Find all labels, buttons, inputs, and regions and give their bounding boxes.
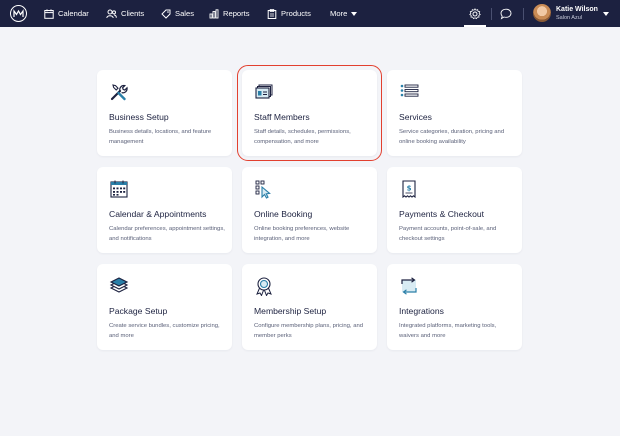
chevron-down-icon	[351, 11, 358, 16]
nav-products-label: Products	[281, 9, 311, 18]
card-title: Payments & Checkout	[399, 209, 485, 219]
card-membership-setup[interactable]: Membership Setup Configure membership pl…	[242, 264, 377, 350]
nav-more-label: More	[330, 9, 348, 18]
clipboard-icon	[267, 8, 277, 19]
card-title: Membership Setup	[254, 306, 327, 316]
active-indicator	[464, 25, 486, 27]
nav-reports[interactable]: Reports	[209, 0, 250, 27]
settings-button[interactable]	[464, 0, 486, 27]
nav-sales-label: Sales	[175, 9, 194, 18]
svg-text:$: $	[407, 185, 412, 193]
badge-icon	[256, 277, 272, 296]
nav-clients-label: Clients	[121, 9, 145, 18]
user-avatar[interactable]	[533, 4, 551, 22]
card-description: Staff details, schedules, permissions, c…	[254, 129, 351, 145]
pointer-icon	[255, 180, 271, 199]
card-description: Calendar preferences, appointment settin…	[109, 226, 225, 242]
card-title: Calendar & Appointments	[109, 209, 207, 219]
card-services[interactable]: Services Service categories, duration, p…	[387, 70, 522, 156]
calendar-icon	[44, 8, 54, 19]
card-description: Configure membership plans, pricing, and…	[254, 323, 364, 339]
card-calendar-appointments[interactable]: Calendar & Appointments Calendar prefere…	[97, 167, 232, 253]
card-description: Service categories, duration, pricing an…	[399, 129, 505, 145]
card-online-booking[interactable]: Online Booking Online booking preference…	[242, 167, 377, 253]
card-business-setup[interactable]: Business Setup Business details, locatio…	[97, 70, 232, 156]
card-title: Staff Members	[254, 112, 310, 122]
card-description: Business details, locations, and feature…	[109, 129, 212, 145]
card-title: Business Setup	[109, 112, 169, 122]
card-payments-checkout[interactable]: $ Payments & Checkout Payment accounts, …	[387, 167, 522, 253]
nav-calendar-label: Calendar	[58, 9, 89, 18]
nav-calendar[interactable]: Calendar	[44, 0, 89, 27]
layers-icon	[109, 277, 129, 293]
nav-sales[interactable]: Sales	[161, 0, 194, 27]
card-description: Integrated platforms, marketing tools, w…	[399, 323, 497, 339]
card-title: Package Setup	[109, 306, 168, 316]
card-package-setup[interactable]: Package Setup Create service bundles, cu…	[97, 264, 232, 350]
bar-chart-icon	[209, 8, 219, 18]
user-name[interactable]: Katie Wilson	[556, 6, 598, 13]
gear-icon	[469, 7, 481, 19]
card-staff-members[interactable]: Staff Members Staff details, schedules, …	[237, 65, 382, 161]
user-location: Salon Azul	[556, 15, 582, 21]
staff-cards-icon	[255, 84, 273, 99]
card-title: Services	[399, 112, 432, 122]
card-description: Payment accounts, point-of-sale, and che…	[399, 226, 497, 242]
nav-divider	[491, 8, 492, 20]
card-description: Online booking preferences, website inte…	[254, 226, 350, 242]
messages-button[interactable]	[500, 7, 512, 25]
sync-icon	[401, 277, 417, 295]
nav-more[interactable]: More	[330, 0, 358, 27]
chat-bubble-icon	[500, 8, 512, 20]
card-description: Create service bundles, customize pricin…	[109, 323, 220, 339]
user-menu-chevron-icon[interactable]	[603, 12, 609, 16]
nav-reports-label: Reports	[223, 9, 250, 18]
app-logo-icon[interactable]	[10, 5, 27, 22]
card-integrations[interactable]: Integrations Integrated platforms, marke…	[387, 264, 522, 350]
clients-icon	[106, 9, 117, 18]
tag-icon	[161, 9, 171, 19]
list-icon	[400, 84, 419, 97]
nav-products[interactable]: Products	[267, 0, 311, 27]
card-title: Integrations	[399, 306, 444, 316]
nav-divider	[523, 8, 524, 20]
calendar-grid-icon	[110, 180, 128, 198]
card-title: Online Booking	[254, 209, 313, 219]
tools-icon	[110, 84, 128, 101]
receipt-icon: $	[402, 180, 416, 199]
nav-clients[interactable]: Clients	[106, 0, 144, 27]
top-navigation-bar: Calendar Clients Sales Reports Products …	[0, 0, 620, 27]
